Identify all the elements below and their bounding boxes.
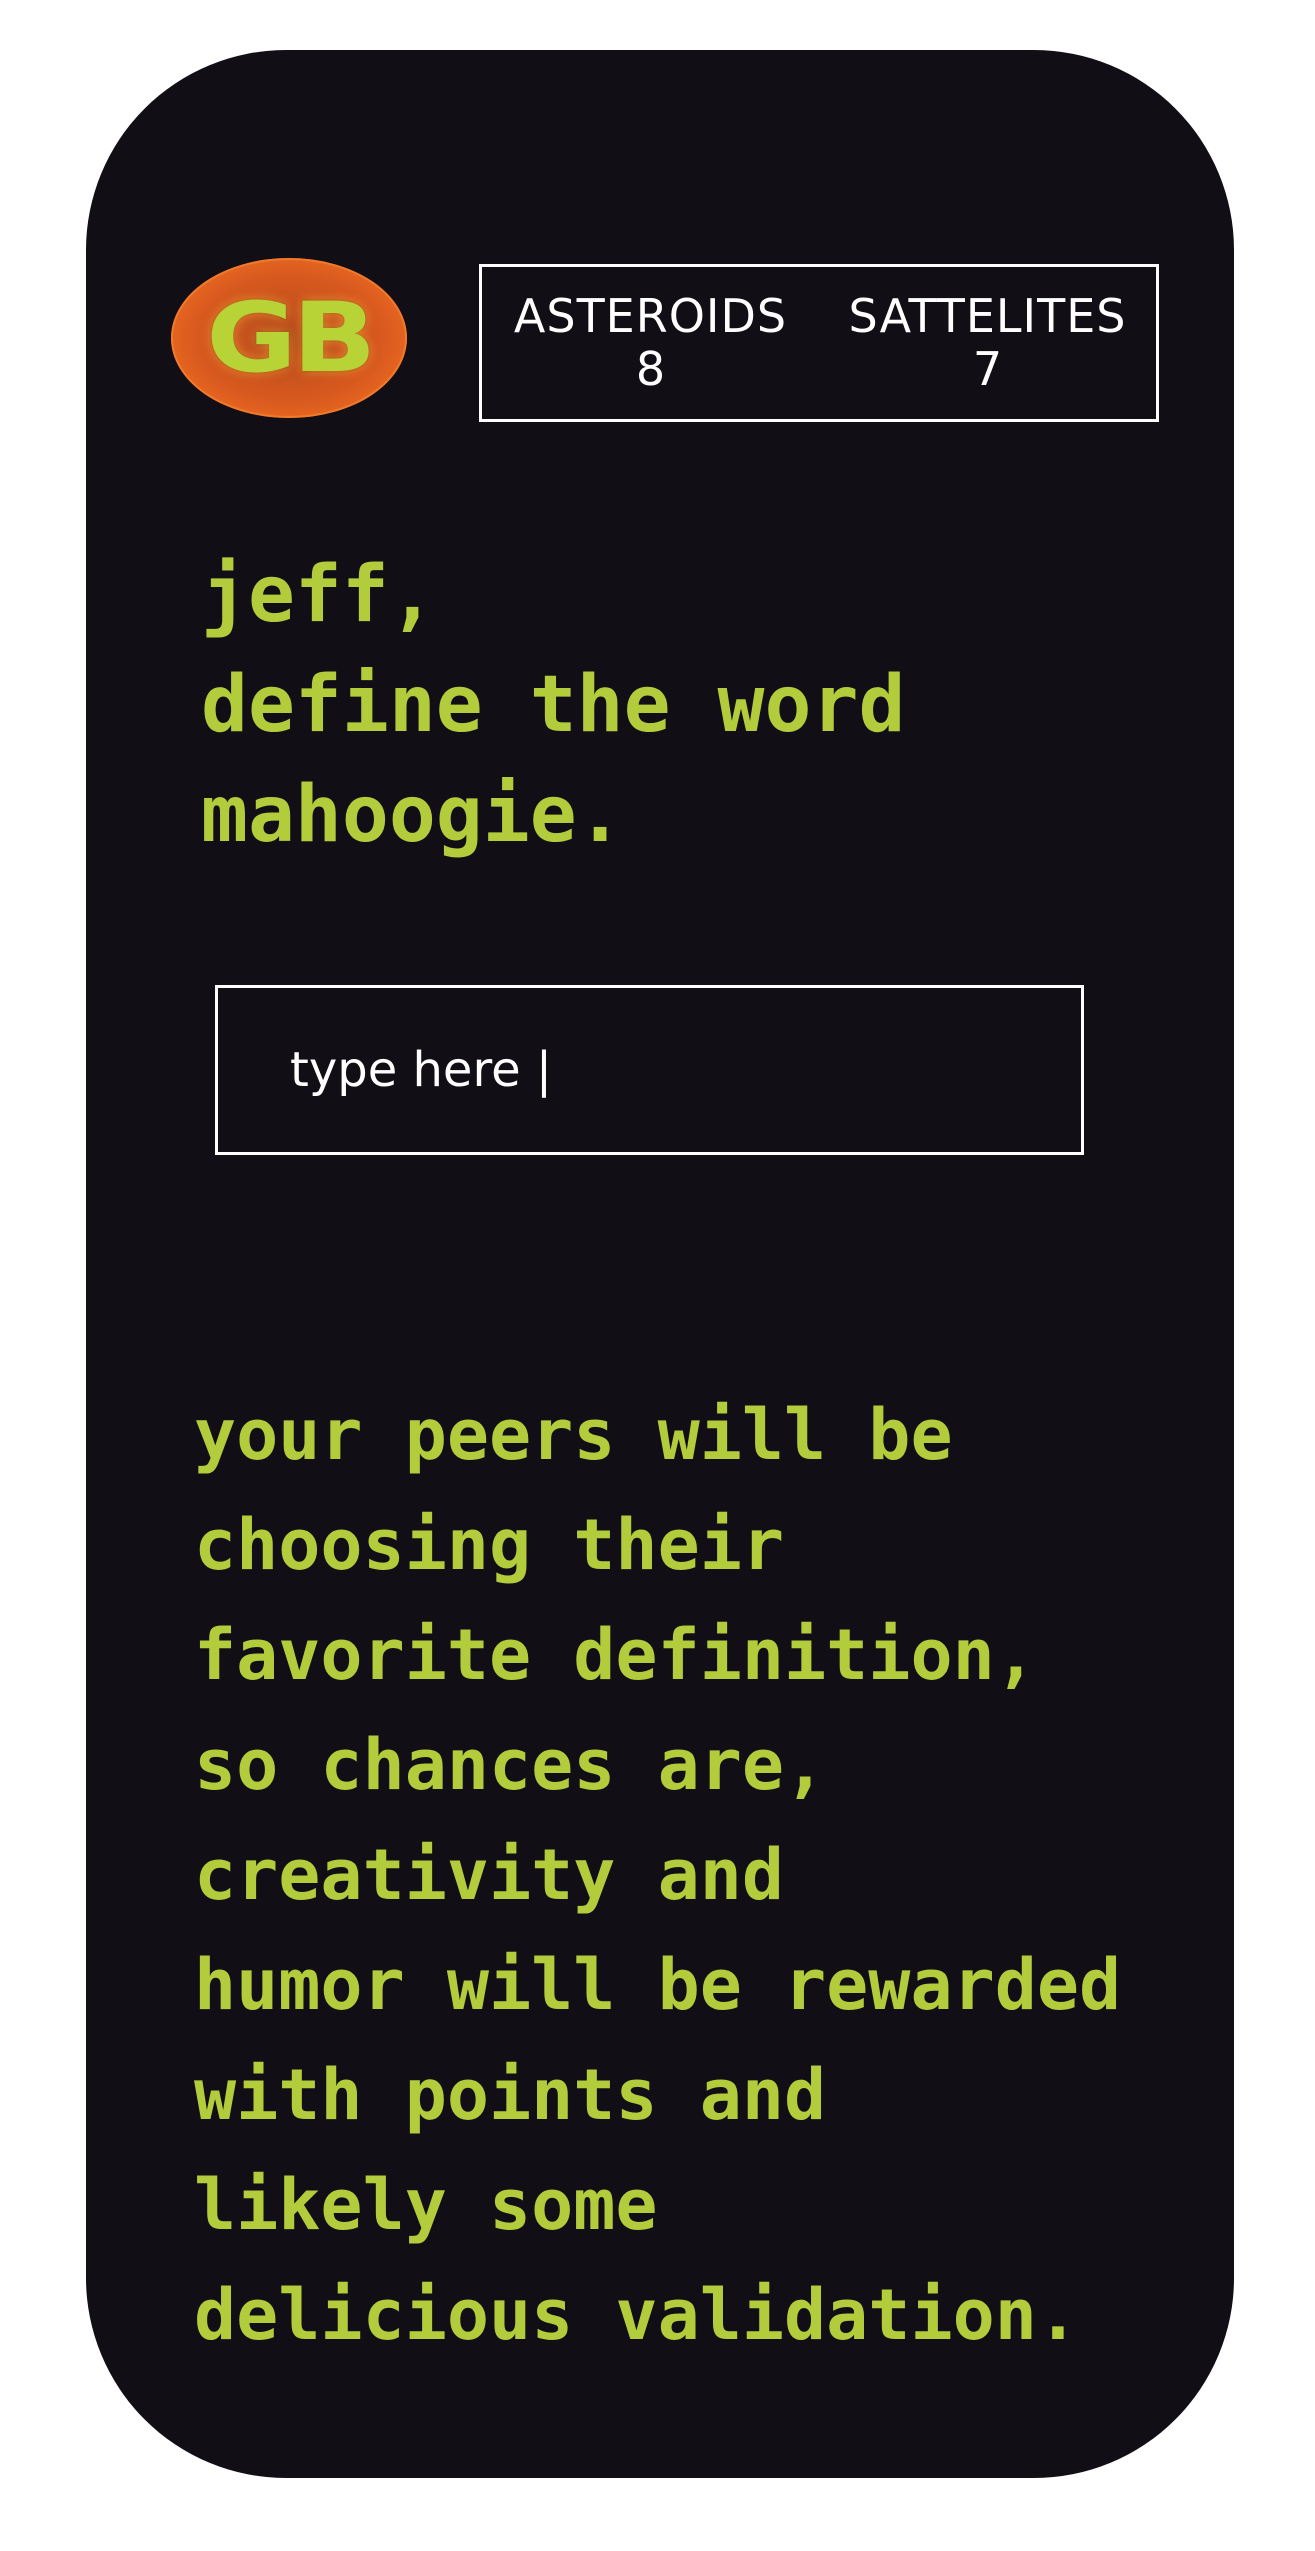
asteroids-label: ASTEROIDS: [513, 289, 788, 344]
asteroids-value: 8: [635, 342, 666, 396]
scoreboard: ASTEROIDS 8 SATTELITES 7: [479, 264, 1159, 422]
info-line: choosing their: [194, 1504, 785, 1586]
satellites-score: SATTELITES 7: [819, 267, 1156, 419]
info-line: delicious validation.: [194, 2274, 1080, 2356]
asteroids-score: ASTEROIDS 8: [482, 267, 819, 419]
info-line: so chances are,: [194, 1724, 827, 1806]
game-screen: GB ASTEROIDS 8 SATTELITES 7 jeff, define…: [86, 50, 1234, 2478]
info-line: creativity and: [194, 1834, 785, 1916]
info-line: likely some: [194, 2164, 658, 2246]
question-prompt: jeff, define the word mahoogie.: [201, 540, 1161, 870]
answer-field-box[interactable]: [215, 985, 1084, 1155]
info-line: favorite definition,: [194, 1614, 1037, 1696]
logo-text: GB: [206, 282, 376, 394]
satellites-label: SATTELITES: [848, 289, 1127, 344]
prompt-line: mahoogie.: [201, 770, 624, 860]
instructions-text: your peers will be choosing their favori…: [194, 1380, 1214, 2370]
prompt-line: jeff,: [201, 550, 436, 640]
info-line: with points and: [194, 2054, 827, 2136]
info-line: your peers will be: [194, 1394, 953, 1476]
gb-logo: GB: [171, 258, 407, 418]
prompt-line: define the word: [201, 660, 906, 750]
satellites-value: 7: [972, 342, 1003, 396]
info-line: humor will be rewarded: [194, 1944, 1122, 2026]
answer-input[interactable]: [290, 1042, 1081, 1098]
